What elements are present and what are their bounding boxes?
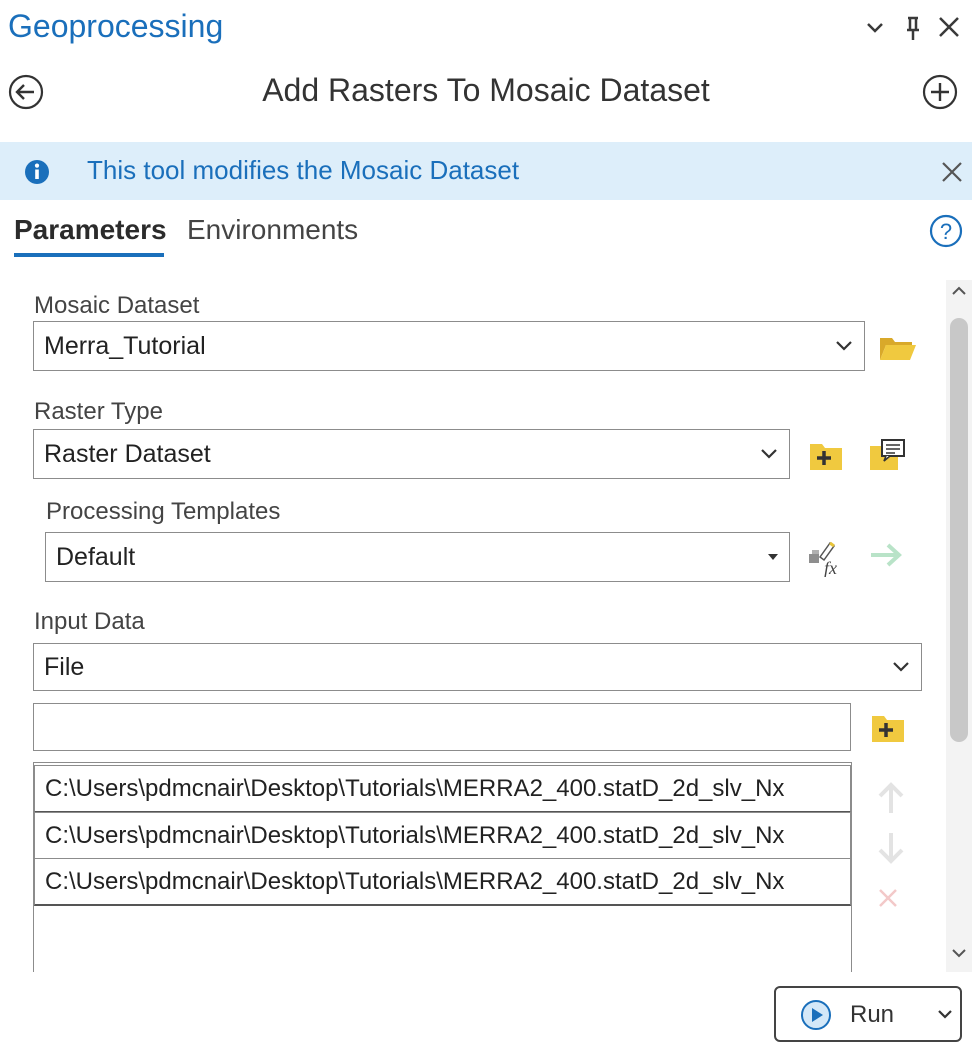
raster-type-label: Raster Type xyxy=(34,398,163,425)
dropdown-triangle-icon xyxy=(768,554,778,560)
raster-type-properties-icon[interactable] xyxy=(868,438,908,477)
browse-folder-icon[interactable] xyxy=(878,334,918,367)
edit-function-fx-icon[interactable]: fx xyxy=(806,537,848,582)
input-data-label: Input Data xyxy=(34,608,145,635)
run-button[interactable]: Run xyxy=(774,986,962,1042)
run-options-chevron-icon[interactable] xyxy=(936,1008,954,1022)
chevron-down-icon xyxy=(761,449,777,459)
move-up-arrow-icon xyxy=(874,780,908,821)
pane-title: Geoprocessing xyxy=(8,8,224,44)
raster-type-value: Raster Dataset xyxy=(44,439,211,468)
scroll-down-icon[interactable] xyxy=(950,946,968,965)
move-down-arrow-icon xyxy=(874,830,908,871)
processing-templates-dropdown[interactable]: Default xyxy=(45,532,790,582)
tab-parameters[interactable]: Parameters xyxy=(14,214,167,246)
list-item[interactable]: C:\Users\pdmcnair\Desktop\Tutorials\MERR… xyxy=(34,858,851,906)
chevron-down-icon xyxy=(893,662,909,672)
info-icon xyxy=(24,159,50,190)
tab-environments[interactable]: Environments xyxy=(187,214,358,246)
help-icon[interactable]: ? xyxy=(929,214,963,253)
list-item[interactable]: C:\Users\pdmcnair\Desktop\Tutorials\MERR… xyxy=(34,765,851,813)
apply-template-arrow-icon xyxy=(868,540,904,575)
dismiss-info-icon[interactable] xyxy=(940,158,964,191)
list-item-path: C:\Users\pdmcnair\Desktop\Tutorials\MERR… xyxy=(45,867,785,895)
tool-title: Add Rasters To Mosaic Dataset xyxy=(262,72,710,108)
add-plus-icon[interactable] xyxy=(922,74,958,110)
list-item-path: C:\Users\pdmcnair\Desktop\Tutorials\MERR… xyxy=(45,774,785,802)
input-data-type-value: File xyxy=(44,652,85,681)
processing-templates-value: Default xyxy=(56,542,136,571)
list-item[interactable]: C:\Users\pdmcnair\Desktop\Tutorials\MERR… xyxy=(34,812,851,860)
remove-item-x-icon xyxy=(876,886,900,915)
list-item-path: C:\Users\pdmcnair\Desktop\Tutorials\MERR… xyxy=(45,821,785,849)
add-raster-type-icon[interactable] xyxy=(808,438,844,477)
svg-text:?: ? xyxy=(940,219,952,244)
scroll-up-icon[interactable] xyxy=(950,284,968,303)
add-input-data-icon[interactable] xyxy=(870,710,906,749)
options-chevron-icon[interactable] xyxy=(860,10,890,55)
play-circle-icon xyxy=(801,1000,831,1030)
mosaic-dataset-value: Merra_Tutorial xyxy=(44,331,206,360)
info-message: This tool modifies the Mosaic Dataset xyxy=(87,155,520,185)
mosaic-dataset-label: Mosaic Dataset xyxy=(34,292,200,319)
pin-icon[interactable] xyxy=(898,10,928,55)
raster-type-dropdown[interactable]: Raster Dataset xyxy=(33,429,790,479)
active-tab-indicator xyxy=(14,253,164,257)
run-label: Run xyxy=(850,1001,895,1028)
mosaic-dataset-dropdown[interactable]: Merra_Tutorial xyxy=(33,321,865,371)
input-data-type-dropdown[interactable]: File xyxy=(33,643,922,691)
chevron-down-icon xyxy=(836,341,852,351)
scrollbar-thumb[interactable] xyxy=(950,318,968,742)
close-pane-icon[interactable] xyxy=(934,10,964,55)
svg-text:fx: fx xyxy=(824,558,837,577)
processing-templates-label: Processing Templates xyxy=(46,498,281,525)
input-data-new-item-field[interactable] xyxy=(33,703,851,751)
